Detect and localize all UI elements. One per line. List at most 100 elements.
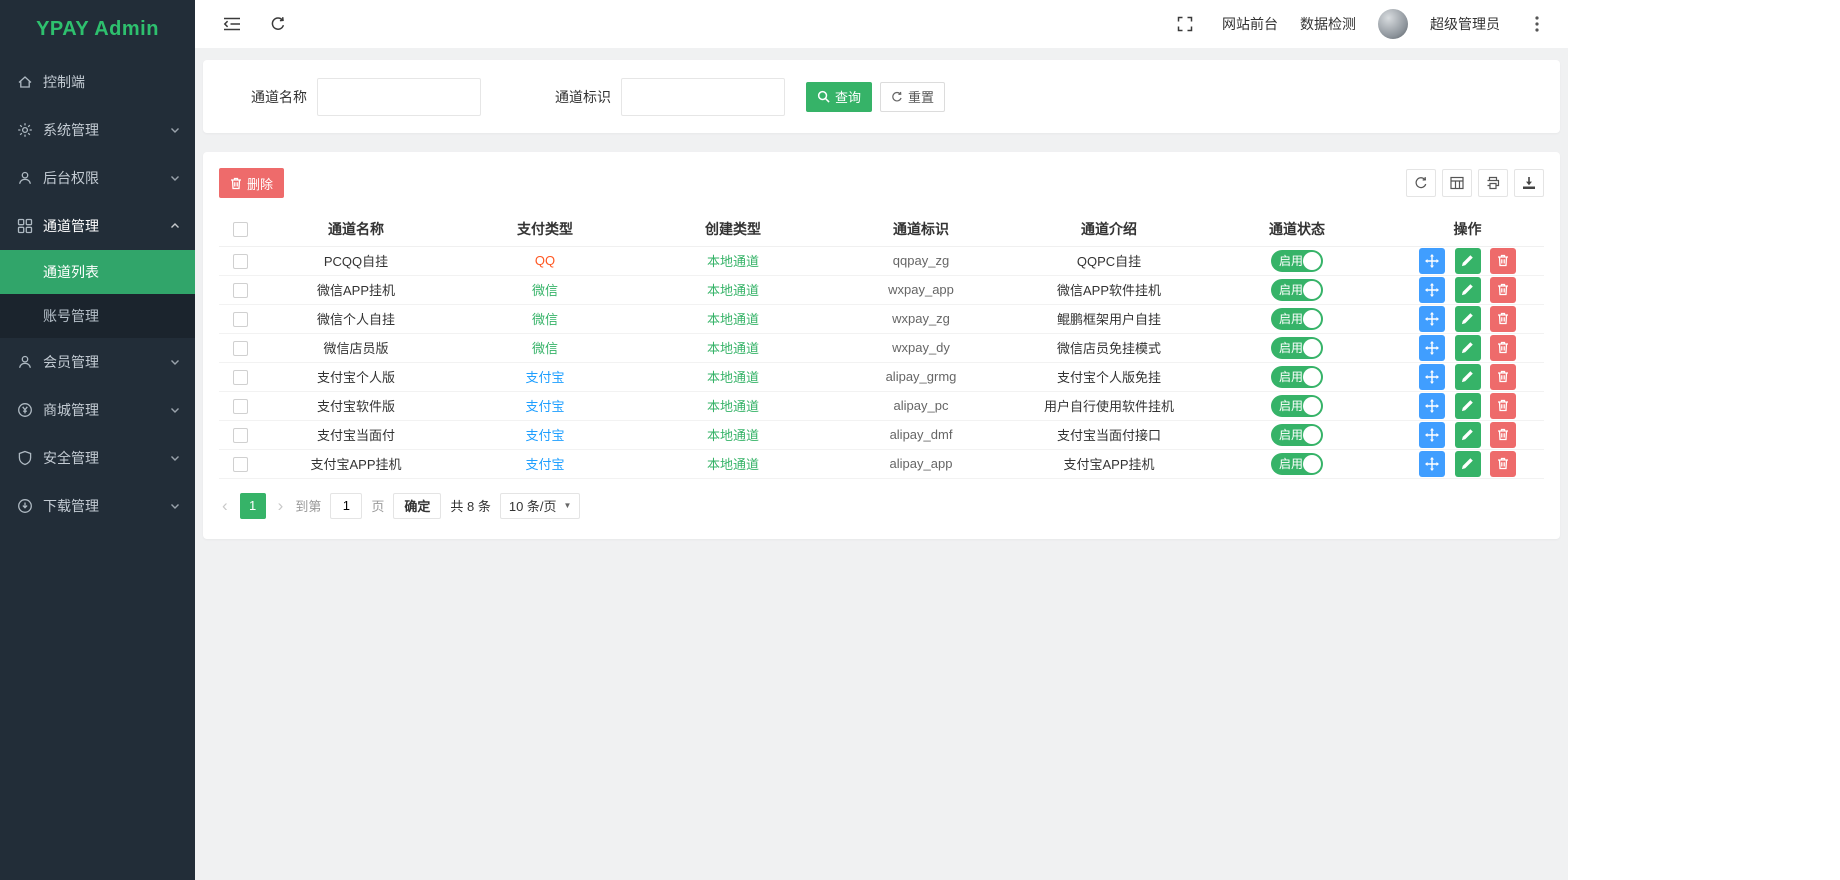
sidebar-nav: 控制端 系统管理 后台权限 xyxy=(0,58,195,530)
sidebar-item-members[interactable]: 会员管理 xyxy=(0,338,195,386)
delete-row-button[interactable] xyxy=(1490,393,1516,419)
channel-name-input[interactable] xyxy=(317,78,481,116)
cell-create-type: 本地通道 xyxy=(639,304,827,333)
column-header-create-type: 创建类型 xyxy=(639,212,827,246)
page-size-value: 10 条/页 xyxy=(509,496,557,515)
nav-link-site-front[interactable]: 网站前台 xyxy=(1222,14,1278,34)
next-page-button[interactable]: › xyxy=(275,497,287,514)
edit-button[interactable] xyxy=(1455,422,1481,448)
pencil-icon xyxy=(1461,399,1474,412)
caret-down-icon: ▼ xyxy=(564,501,572,510)
goto-page-input[interactable] xyxy=(330,493,362,519)
status-toggle[interactable]: 启用 xyxy=(1271,308,1323,330)
edit-button[interactable] xyxy=(1455,277,1481,303)
sidebar-item-system[interactable]: 系统管理 xyxy=(0,106,195,154)
sidebar-item-channel-list[interactable]: 通道列表 xyxy=(0,250,195,294)
cell-channel-code: wxpay_zg xyxy=(827,304,1015,333)
status-label: 启用 xyxy=(1279,310,1303,327)
table-row: 微信店员版 微信 本地通道 wxpay_dy 微信店员免挂模式 启用 xyxy=(219,333,1544,362)
user-avatar[interactable] xyxy=(1378,9,1408,39)
grid-icon xyxy=(17,218,33,234)
print-button[interactable] xyxy=(1478,169,1508,197)
move-icon xyxy=(1425,399,1439,413)
sidebar-item-mall[interactable]: 商城管理 xyxy=(0,386,195,434)
edit-button[interactable] xyxy=(1455,335,1481,361)
toggle-knob xyxy=(1303,455,1321,473)
delete-row-button[interactable] xyxy=(1490,364,1516,390)
status-toggle[interactable]: 启用 xyxy=(1271,337,1323,359)
row-checkbox[interactable] xyxy=(233,399,248,414)
pencil-icon xyxy=(1461,341,1474,354)
select-all-checkbox[interactable] xyxy=(233,222,248,237)
move-button[interactable] xyxy=(1419,248,1445,274)
refresh-page-button[interactable] xyxy=(263,9,293,39)
sidebar-item-console[interactable]: 控制端 xyxy=(0,58,195,106)
delete-row-button[interactable] xyxy=(1490,277,1516,303)
fullscreen-button[interactable] xyxy=(1170,9,1200,39)
table-tools xyxy=(1406,169,1544,197)
more-menu-button[interactable] xyxy=(1522,9,1552,39)
edit-button[interactable] xyxy=(1455,248,1481,274)
reset-button-label: 重置 xyxy=(908,87,934,106)
edit-button[interactable] xyxy=(1455,306,1481,332)
move-button[interactable] xyxy=(1419,422,1445,448)
cell-channel-intro: 鲲鹏框架用户自挂 xyxy=(1015,304,1203,333)
status-toggle[interactable]: 启用 xyxy=(1271,250,1323,272)
reset-button[interactable]: 重置 xyxy=(880,82,945,112)
row-checkbox[interactable] xyxy=(233,341,248,356)
move-button[interactable] xyxy=(1419,393,1445,419)
status-label: 启用 xyxy=(1279,397,1303,414)
prev-page-button[interactable]: ‹ xyxy=(219,497,231,514)
edit-button[interactable] xyxy=(1455,364,1481,390)
refresh-table-button[interactable] xyxy=(1406,169,1436,197)
row-checkbox[interactable] xyxy=(233,428,248,443)
move-button[interactable] xyxy=(1419,364,1445,390)
row-checkbox[interactable] xyxy=(233,312,248,327)
delete-row-button[interactable] xyxy=(1490,451,1516,477)
row-checkbox[interactable] xyxy=(233,370,248,385)
page-size-select[interactable]: 10 条/页 ▼ xyxy=(500,493,581,519)
sidebar-item-account-management[interactable]: 账号管理 xyxy=(0,294,195,338)
move-button[interactable] xyxy=(1419,277,1445,303)
filter-columns-button[interactable] xyxy=(1442,169,1472,197)
chevron-down-icon xyxy=(169,124,181,136)
move-button[interactable] xyxy=(1419,335,1445,361)
toggle-knob xyxy=(1303,397,1321,415)
nav-link-data-check[interactable]: 数据检测 xyxy=(1300,14,1356,34)
status-toggle[interactable]: 启用 xyxy=(1271,395,1323,417)
move-button[interactable] xyxy=(1419,306,1445,332)
cell-channel-name: 支付宝APP挂机 xyxy=(261,449,451,478)
row-checkbox[interactable] xyxy=(233,283,248,298)
edit-button[interactable] xyxy=(1455,451,1481,477)
sidebar-item-permissions[interactable]: 后台权限 xyxy=(0,154,195,202)
sidebar-item-channels[interactable]: 通道管理 xyxy=(0,202,195,250)
page-number-button[interactable]: 1 xyxy=(240,493,266,519)
bulk-delete-button[interactable]: 删除 xyxy=(219,168,284,198)
delete-row-button[interactable] xyxy=(1490,306,1516,332)
status-toggle[interactable]: 启用 xyxy=(1271,366,1323,388)
row-checkbox[interactable] xyxy=(233,457,248,472)
export-button[interactable] xyxy=(1514,169,1544,197)
username[interactable]: 超级管理员 xyxy=(1430,14,1500,34)
move-button[interactable] xyxy=(1419,451,1445,477)
collapse-sidebar-button[interactable] xyxy=(217,9,247,39)
sidebar-item-label: 系统管理 xyxy=(43,120,169,140)
confirm-page-button[interactable]: 确定 xyxy=(393,493,441,519)
trash-icon xyxy=(1497,312,1509,325)
cell-pay-type: 支付宝 xyxy=(451,449,639,478)
edit-button[interactable] xyxy=(1455,393,1481,419)
status-toggle[interactable]: 启用 xyxy=(1271,453,1323,475)
status-toggle[interactable]: 启用 xyxy=(1271,424,1323,446)
channel-code-input[interactable] xyxy=(621,78,785,116)
query-button[interactable]: 查询 xyxy=(806,82,872,112)
status-toggle[interactable]: 启用 xyxy=(1271,279,1323,301)
goto-prefix-label: 到第 xyxy=(295,496,321,515)
sidebar-item-security[interactable]: 安全管理 xyxy=(0,434,195,482)
delete-row-button[interactable] xyxy=(1490,422,1516,448)
channel-table-card: 删除 xyxy=(203,152,1560,539)
row-checkbox[interactable] xyxy=(233,254,248,269)
trash-icon xyxy=(230,177,242,190)
delete-row-button[interactable] xyxy=(1490,248,1516,274)
delete-row-button[interactable] xyxy=(1490,335,1516,361)
sidebar-item-downloads[interactable]: 下载管理 xyxy=(0,482,195,530)
